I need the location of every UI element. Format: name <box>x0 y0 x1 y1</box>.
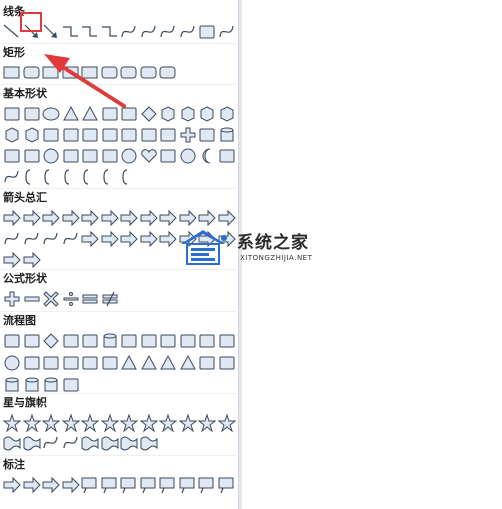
watermark-logo: 系统之家 XITONGZHIJIA.NET <box>177 226 327 268</box>
watermark-subtitle: XITONGZHIJIA.NET <box>240 254 313 262</box>
watermark-title: 系统之家 <box>237 233 309 253</box>
house-logo-icon <box>181 230 227 265</box>
